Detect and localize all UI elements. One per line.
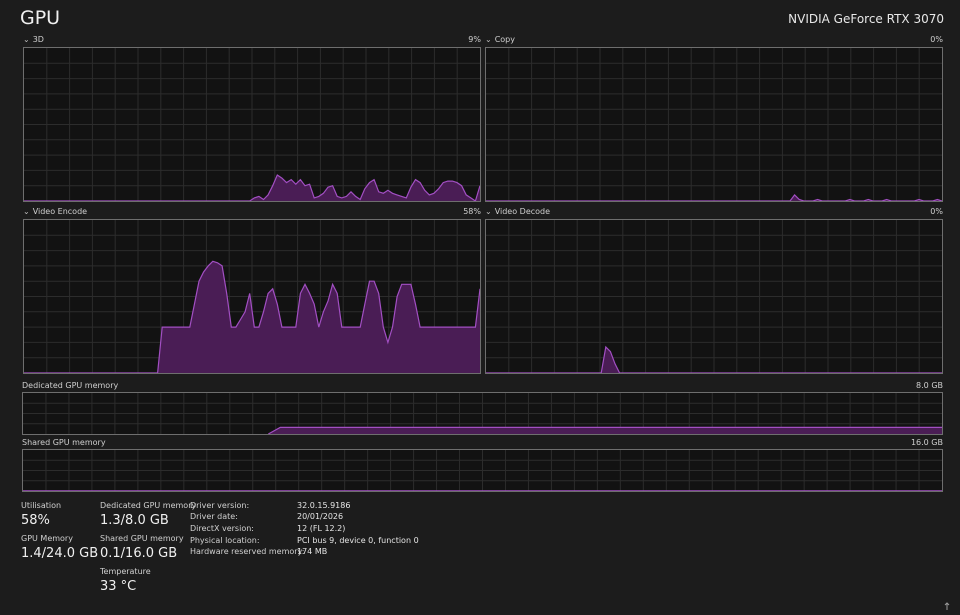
hardware-reserved-label: Hardware reserved memory:	[190, 547, 304, 556]
chevron-down-icon: ⌄	[23, 207, 30, 216]
physical-location-label: Physical location:	[190, 536, 260, 545]
engine-label: Video Decode	[495, 207, 550, 216]
driver-version-label: Driver version:	[190, 501, 249, 510]
dedicated-memory-stat-label: Dedicated GPU memory	[100, 501, 196, 510]
temperature-value: 33 °C	[100, 579, 136, 594]
driver-date-label: Driver date:	[190, 512, 238, 521]
resize-grip-icon[interactable]	[942, 596, 952, 606]
shared-memory-max: 16.0 GB	[880, 438, 943, 447]
directx-version-label: DirectX version:	[190, 524, 254, 533]
chevron-down-icon: ⌄	[485, 207, 492, 216]
engine-label: Video Encode	[33, 207, 87, 216]
driver-version-value: 32.0.15.9186	[297, 501, 350, 510]
shared-memory-label: Shared GPU memory	[22, 438, 106, 447]
engine-percent: 0%	[902, 35, 943, 44]
physical-location-value: PCI bus 9, device 0, function 0	[297, 536, 419, 545]
engine-percent: 0%	[902, 207, 943, 216]
gpu-memory-label: GPU Memory	[21, 534, 73, 543]
engine-selector-video-decode[interactable]: ⌄Video Decode	[485, 207, 550, 216]
dedicated-memory-max: 8.0 GB	[880, 381, 943, 390]
engine-percent: 58%	[440, 207, 481, 216]
engine-label: Copy	[495, 35, 515, 44]
driver-date-value: 20/01/2026	[297, 512, 343, 521]
hardware-reserved-value: 174 MB	[297, 547, 327, 556]
dedicated-memory-label: Dedicated GPU memory	[22, 381, 118, 390]
utilisation-value: 58%	[21, 513, 50, 528]
directx-version-value: 12 (FL 12.2)	[297, 524, 345, 533]
chevron-down-icon: ⌄	[23, 35, 30, 44]
temperature-label: Temperature	[100, 567, 151, 576]
engine-selector-3d[interactable]: ⌄3D	[23, 35, 44, 44]
engine-graph-video-decode	[485, 219, 943, 374]
shared-memory-graph	[22, 449, 943, 492]
shared-memory-stat-value: 0.1/16.0 GB	[100, 546, 177, 561]
gpu-memory-value: 1.4/24.0 GB	[21, 546, 98, 561]
shared-memory-stat-label: Shared GPU memory	[100, 534, 184, 543]
engine-selector-video-encode[interactable]: ⌄Video Encode	[23, 207, 87, 216]
engine-label: 3D	[33, 35, 44, 44]
engine-selector-copy[interactable]: ⌄Copy	[485, 35, 515, 44]
gpu-name: NVIDIA GeForce RTX 3070	[788, 12, 944, 26]
memory-usage-area	[268, 427, 942, 434]
engine-graph-video-encode	[23, 219, 481, 374]
dedicated-memory-stat-value: 1.3/8.0 GB	[100, 513, 169, 528]
page-title: GPU	[20, 7, 60, 29]
chevron-down-icon: ⌄	[485, 35, 492, 44]
utilisation-label: Utilisation	[21, 501, 61, 510]
dedicated-memory-graph	[22, 392, 943, 435]
engine-percent: 9%	[440, 35, 481, 44]
engine-graph-copy	[485, 47, 943, 202]
engine-graph-3d	[23, 47, 481, 202]
